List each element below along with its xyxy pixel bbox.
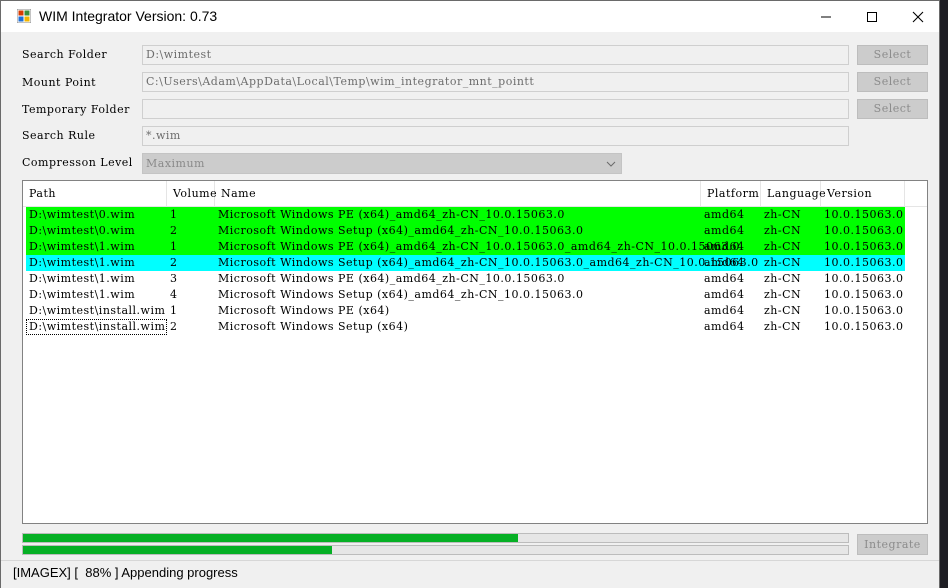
cell-platform: amd64 bbox=[704, 288, 745, 301]
maximize-button[interactable] bbox=[849, 1, 895, 32]
cell-path: D:\wimtest\1.wim bbox=[29, 288, 136, 301]
cell-path: D:\wimtest\1.wim bbox=[29, 240, 136, 253]
table-row[interactable]: D:\wimtest\0.wim 1 Microsoft Windows PE (x… bbox=[26, 207, 905, 223]
cell-version: 10.0.15063.0 bbox=[824, 208, 904, 221]
cell-platform: amd64 bbox=[704, 256, 745, 269]
chevron-down-icon bbox=[606, 161, 616, 167]
cell-version: 10.0.15063.0 bbox=[824, 256, 904, 269]
cell-path: D:\wimtest\0.wim bbox=[29, 208, 136, 221]
cell-language: zh-CN bbox=[764, 240, 802, 253]
column-header-volume[interactable]: Volume bbox=[167, 181, 217, 206]
cell-version: 10.0.15063.0 bbox=[824, 272, 904, 285]
cell-version: 10.0.15063.0 bbox=[824, 288, 904, 301]
cell-version: 10.0.15063.0 bbox=[824, 320, 904, 333]
close-button[interactable] bbox=[895, 1, 941, 32]
wim-image-list[interactable]: Path Volume Name Platform Language Versi… bbox=[22, 180, 928, 524]
cell-volume: 4 bbox=[170, 288, 178, 301]
search-folder-select-button[interactable]: Select bbox=[857, 45, 928, 65]
cell-path: D:\wimtest\install.wim bbox=[29, 304, 166, 317]
minimize-button[interactable] bbox=[803, 1, 849, 32]
cell-version: 10.0.15063.0 bbox=[824, 240, 904, 253]
window-title: WIM Integrator Version: 0.73 bbox=[39, 8, 218, 24]
cell-version: 10.0.15063.0 bbox=[824, 304, 904, 317]
cell-name: Microsoft Windows Setup (x64)_amd64_zh-C… bbox=[218, 224, 584, 237]
table-row[interactable]: D:\wimtest\0.wim 2 Microsoft Windows Setup… bbox=[26, 223, 905, 239]
cell-language: zh-CN bbox=[764, 320, 802, 333]
search-folder-label: Search Folder bbox=[22, 48, 108, 61]
cell-platform: amd64 bbox=[704, 208, 745, 221]
table-row[interactable]: D:\wimtest\1.wim 4 Microsoft Windows Setup… bbox=[26, 287, 905, 303]
search-rule-label: Search Rule bbox=[22, 129, 96, 142]
cell-volume: 2 bbox=[170, 224, 178, 237]
cell-version: 10.0.15063.0 bbox=[824, 224, 904, 237]
current-progress-fill bbox=[23, 546, 333, 554]
app-icon bbox=[17, 9, 31, 23]
compression-level-value: Maximum bbox=[146, 157, 205, 170]
cell-path: D:\wimtest\1.wim bbox=[29, 256, 136, 269]
title-bar[interactable]: WIM Integrator Version: 0.73 bbox=[1, 1, 939, 32]
cell-volume: 1 bbox=[170, 240, 178, 253]
cell-name: Microsoft Windows Setup (x64)_amd64_zh-C… bbox=[218, 288, 584, 301]
integrate-button[interactable]: Integrate bbox=[857, 534, 928, 555]
column-header-path[interactable]: Path bbox=[23, 181, 167, 206]
cell-language: zh-CN bbox=[764, 304, 802, 317]
cell-language: zh-CN bbox=[764, 256, 802, 269]
main-window: WIM Integrator Version: 0.73 Search Fold… bbox=[0, 0, 940, 588]
table-row[interactable]: D:\wimtest\install.wim 2 Microsoft Windows… bbox=[26, 319, 903, 335]
cell-platform: amd64 bbox=[704, 304, 745, 317]
cell-volume: 2 bbox=[170, 320, 178, 333]
cell-language: zh-CN bbox=[764, 208, 802, 221]
overall-progress-bar bbox=[22, 533, 849, 543]
cell-path: D:\wimtest\install.wim bbox=[29, 320, 166, 333]
list-header: Path Volume Name Platform Language Versi… bbox=[23, 181, 927, 207]
compression-level-label: Compresson Level bbox=[22, 156, 133, 169]
temporary-folder-label: Temporary Folder bbox=[22, 103, 130, 116]
current-progress-bar bbox=[22, 545, 849, 555]
cell-volume: 1 bbox=[170, 208, 178, 221]
table-row[interactable]: D:\wimtest\install.wim 1 Microsoft Windows… bbox=[26, 303, 905, 319]
cell-name: Microsoft Windows PE (x64)_amd64_zh-CN_1… bbox=[218, 208, 565, 221]
cell-name: Microsoft Windows PE (x64)_amd64_zh-CN_1… bbox=[218, 272, 565, 285]
mount-point-label: Mount Point bbox=[22, 76, 97, 89]
close-icon bbox=[912, 11, 924, 22]
minimize-icon bbox=[821, 16, 831, 17]
cell-volume: 3 bbox=[170, 272, 178, 285]
column-header-name[interactable]: Name bbox=[215, 181, 701, 206]
maximize-icon bbox=[867, 11, 877, 22]
status-text: [IMAGEX] [ 88% ] Appending progress bbox=[13, 565, 238, 580]
column-header-version[interactable]: Version bbox=[821, 181, 905, 206]
cell-path: D:\wimtest\0.wim bbox=[29, 224, 136, 237]
mount-point-input[interactable]: C:\Users\Adam\AppData\Local\Temp\wim_int… bbox=[142, 72, 849, 92]
cell-path: D:\wimtest\1.wim bbox=[29, 272, 136, 285]
cell-platform: amd64 bbox=[704, 320, 745, 333]
cell-platform: amd64 bbox=[704, 240, 745, 253]
cell-language: zh-CN bbox=[764, 272, 802, 285]
table-row[interactable]: D:\wimtest\1.wim 3 Microsoft Windows PE (x… bbox=[26, 271, 905, 287]
status-bar: [IMAGEX] [ 88% ] Appending progress bbox=[1, 560, 939, 588]
mount-point-select-button[interactable]: Select bbox=[857, 72, 928, 92]
temporary-folder-select-button[interactable]: Select bbox=[857, 99, 928, 119]
cell-volume: 2 bbox=[170, 256, 178, 269]
cell-name: Microsoft Windows Setup (x64) bbox=[218, 320, 409, 333]
temporary-folder-input[interactable] bbox=[142, 99, 849, 119]
cell-name: Microsoft Windows PE (x64) bbox=[218, 304, 390, 317]
table-row[interactable]: D:\wimtest\1.wim 1 Microsoft Windows PE (x… bbox=[26, 239, 905, 255]
cell-volume: 1 bbox=[170, 304, 178, 317]
search-rule-input[interactable]: *.wim bbox=[142, 126, 849, 146]
overall-progress-fill bbox=[23, 534, 518, 542]
search-folder-input[interactable]: D:\wimtest bbox=[142, 45, 849, 65]
cell-name: Microsoft Windows PE (x64)_amd64_zh-CN_1… bbox=[218, 240, 741, 253]
cell-language: zh-CN bbox=[764, 224, 802, 237]
table-row[interactable]: D:\wimtest\1.wim 2 Microsoft Windows Setup… bbox=[26, 255, 905, 271]
compression-level-select[interactable]: Maximum bbox=[142, 153, 622, 174]
cell-name: Microsoft Windows Setup (x64)_amd64_zh-C… bbox=[218, 256, 759, 269]
cell-language: zh-CN bbox=[764, 288, 802, 301]
column-header-platform[interactable]: Platform bbox=[701, 181, 761, 206]
column-header-language[interactable]: Language bbox=[761, 181, 826, 206]
cell-platform: amd64 bbox=[704, 224, 745, 237]
cell-platform: amd64 bbox=[704, 272, 745, 285]
